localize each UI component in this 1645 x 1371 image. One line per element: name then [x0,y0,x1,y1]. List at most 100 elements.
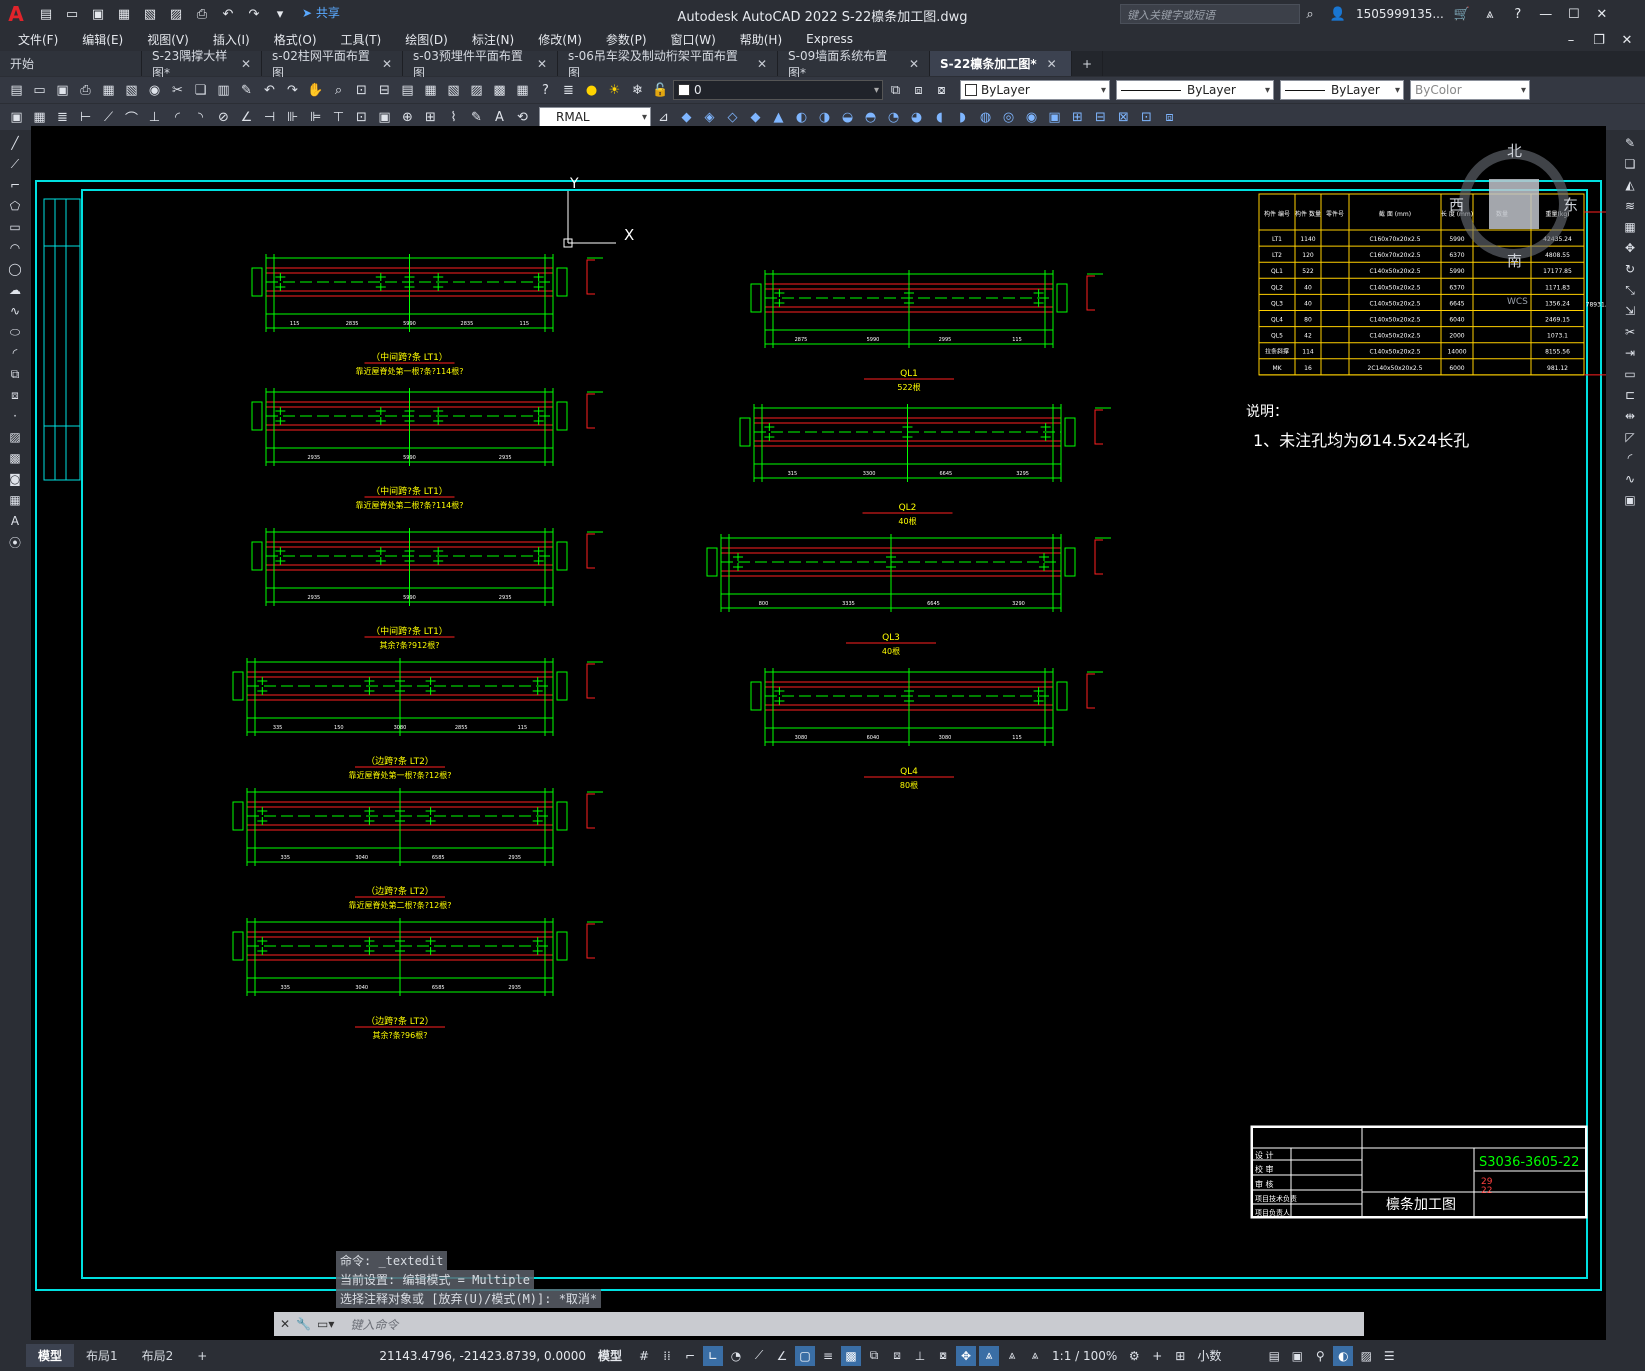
extrude-icon[interactable]: ▲ [768,107,789,128]
zoom-realtime-icon[interactable]: ⌕ [328,80,349,101]
web-save-icon[interactable]: ▧ [140,4,160,24]
diameter-icon[interactable]: ⊘ [213,107,234,128]
open-file-icon[interactable]: ▭ [62,4,82,24]
selection-filter-icon[interactable]: ⧇ [933,1346,953,1366]
preview-icon[interactable]: ▦ [98,80,119,101]
viewcube-west[interactable]: 西 [1449,196,1464,214]
new-tab-button[interactable]: + [1072,51,1104,76]
tab-s09[interactable]: S-09墙面系统布置图* ✕ [778,49,930,80]
stretch-icon[interactable]: ⇲ [1620,302,1640,320]
units-value[interactable]: 小数 [1197,1347,1257,1364]
viewcube-east[interactable]: 东 [1563,196,1578,214]
layer-select[interactable]: 0 [673,80,883,100]
center-mark-icon[interactable]: ⊕ [397,107,418,128]
snap-icon[interactable]: ⁞⁞ [657,1346,677,1366]
isodraft-icon[interactable]: ⟋ [749,1346,769,1366]
clean-screen-icon[interactable]: ▨ [1356,1346,1376,1366]
viewcube-wcs[interactable]: WCS [1507,297,1528,307]
redo-icon[interactable]: ↷ [244,4,264,24]
table-icon[interactable]: ▦ [5,491,25,509]
copy-icon[interactable]: ❏ [1620,155,1640,173]
print-icon[interactable]: ⎙ [192,4,212,24]
annotation-scale-value[interactable]: 1:1 / 100% [1052,1349,1117,1363]
close-icon[interactable]: ✕ [1592,4,1612,24]
isolate-icon[interactable]: ⚲ [1310,1346,1330,1366]
space-icon[interactable]: ⊤ [328,107,349,128]
ellipse-icon[interactable]: ⬭ [5,323,25,341]
linear-dim-icon[interactable]: ⊢ [75,107,96,128]
dim-style-icon[interactable]: ⊿ [653,107,674,128]
3d-osnap-icon[interactable]: ⧈ [887,1346,907,1366]
auto-scale-icon[interactable]: ⩓ [1002,1346,1022,1366]
revcloud-icon[interactable]: ☁ [5,281,25,299]
menu-insert[interactable]: 插入(I) [213,31,250,48]
spline-icon[interactable]: ∿ [5,302,25,320]
menu-help[interactable]: 帮助(H) [740,31,782,48]
tab-close-icon[interactable]: ✕ [537,57,547,71]
viewcube[interactable]: 北 西 东 南 WCS [1449,142,1578,307]
transparency-icon[interactable]: ▩ [841,1345,862,1366]
lineweight-icon[interactable]: ≡ [818,1346,838,1366]
mirror-icon[interactable]: ◭ [1620,176,1640,194]
dim-edit-icon[interactable]: ✎ [466,107,487,128]
gradient-icon[interactable]: ▩ [5,449,25,467]
undo-icon[interactable]: ↶ [259,80,280,101]
layer-previous-icon[interactable]: ⧈ [908,80,929,101]
maximize-icon[interactable]: ☐ [1564,4,1584,24]
annotation-monitor-icon[interactable]: + [1147,1346,1167,1366]
share-button[interactable]: ➤ 共享 [302,4,340,24]
zoom-window-icon[interactable]: ⊡ [351,80,372,101]
angular-icon[interactable]: ∠ [236,107,257,128]
redo-icon[interactable]: ↷ [282,80,303,101]
fillet-icon[interactable]: ◜ [1620,449,1640,467]
help-icon[interactable]: ? [535,80,556,101]
arc-length-icon[interactable]: ⌒ [121,107,142,128]
tab-model[interactable]: 模型 [26,1344,75,1367]
autodesk-app-icon[interactable]: ⩓ [1480,4,1500,24]
copy-icon[interactable]: ❏ [190,80,211,101]
menu-dimension[interactable]: 标注(N) [472,31,514,48]
note-title[interactable]: 说明： [1246,404,1288,420]
osnap-icon[interactable]: ▢ [795,1345,816,1366]
command-close-icon[interactable]: ✕ [280,1317,290,1331]
add-selected-icon[interactable]: ⦿ [5,533,25,551]
publish-icon[interactable]: ▨ [166,4,186,24]
grid-icon[interactable]: # [634,1346,654,1366]
mtext-icon[interactable]: A [5,512,25,530]
array-icon[interactable]: ▦ [1620,218,1640,236]
polar-icon[interactable]: ◔ [726,1346,746,1366]
light-icon[interactable]: ◉ [1021,107,1042,128]
units-icon[interactable]: ⊞ [1170,1346,1190,1366]
note-text[interactable]: 1、未注孔均为Ø14.5x24长孔 [1253,431,1469,450]
shell-icon[interactable]: ◔ [883,107,904,128]
gizmo-icon[interactable]: ✥ [956,1345,977,1366]
dynamic-ucs-icon[interactable]: ⊥ [910,1346,930,1366]
scale-icon[interactable]: ⤡ [1620,281,1640,299]
new-file-icon[interactable]: ▤ [36,4,56,24]
text-style-select[interactable]: RMAL [539,107,651,127]
menu-view[interactable]: 视图(V) [147,31,189,48]
tab-s23[interactable]: S-23隅撑大样图* ✕ [142,49,262,80]
move-icon[interactable]: ✥ [1620,239,1640,257]
ucs-view-icon[interactable]: ⊡ [1136,107,1157,128]
doc-restore-icon[interactable]: ❐ [1589,30,1609,50]
search-input[interactable]: 键入关键字或短语 [1120,4,1300,24]
camera-icon[interactable]: ▣ [1044,107,1065,128]
tool-palette-icon[interactable]: ▧ [443,80,464,101]
tab-layout2[interactable]: 布局2 [130,1344,186,1367]
material-table[interactable]: 构件 编号构件 数量零件号截 面 (mm)长 度 (mm)数量重量(kg)LT1… [1258,193,1614,376]
workspace-icon[interactable]: ⚙ [1124,1346,1144,1366]
infer-icon[interactable]: ⌐ [680,1346,700,1366]
annotation-scale-icon[interactable]: ⩓ [1025,1346,1045,1366]
line-icon[interactable]: ╱ [5,134,25,152]
customize-qa-icon[interactable]: ▾ [270,4,290,24]
point-icon[interactable]: · [5,407,25,425]
save-icon[interactable]: ▣ [52,80,73,101]
color-select[interactable]: ByLayer [960,80,1110,100]
publish-icon[interactable]: ▧ [121,80,142,101]
selection-cycle-icon[interactable]: ⧉ [864,1346,884,1366]
fillet-edge-icon[interactable]: ◕ [906,107,927,128]
command-line[interactable]: ✕ 🔧 ▭▾ 键入命令 [274,1312,1364,1336]
linetype-select[interactable]: ByLayer [1116,80,1274,100]
rotate-icon[interactable]: ↻ [1620,260,1640,278]
